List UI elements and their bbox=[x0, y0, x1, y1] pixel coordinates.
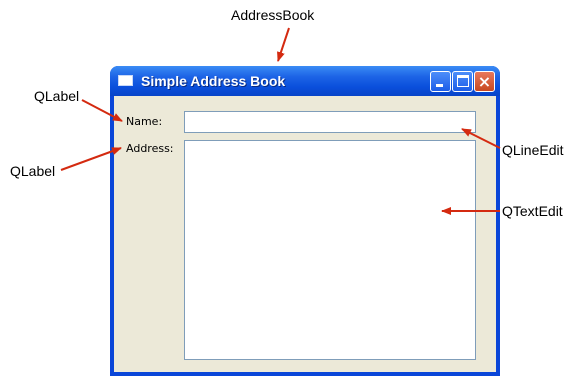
arrow-icon bbox=[461, 128, 501, 149]
callout-arrows bbox=[60, 27, 501, 215]
arrow-icon bbox=[60, 147, 122, 171]
arrow-icon bbox=[277, 27, 290, 62]
arrow-icon bbox=[81, 99, 123, 122]
